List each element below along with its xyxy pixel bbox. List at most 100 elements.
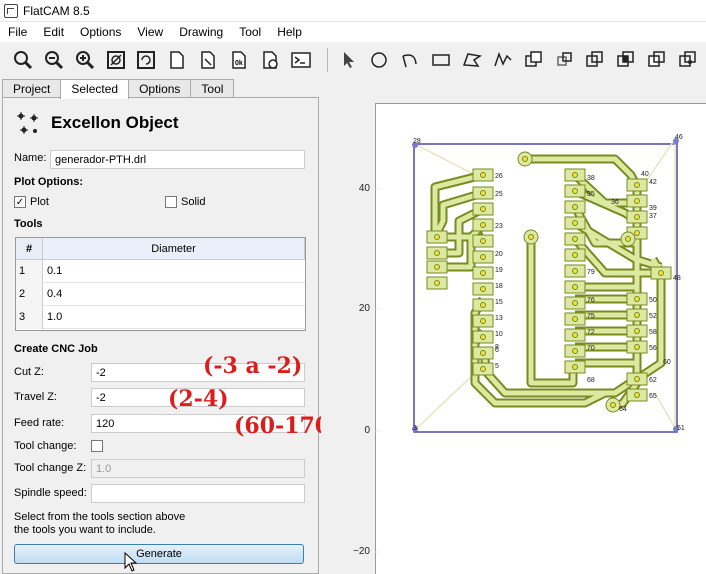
toolbar-separator xyxy=(326,48,328,72)
travel-z-row: Travel Z: xyxy=(14,391,57,403)
zoom-out-icon[interactable] xyxy=(41,47,67,73)
object-title: Excellon Object xyxy=(51,113,179,132)
menu-drawing[interactable]: Drawing xyxy=(171,22,231,42)
polygon-icon[interactable] xyxy=(459,47,485,73)
name-label: Name: xyxy=(14,152,47,164)
tool-change-label: Tool change: xyxy=(14,440,77,452)
replot-icon[interactable] xyxy=(133,47,159,73)
intersection-icon[interactable] xyxy=(613,47,639,73)
tool-change-row: Tool change: xyxy=(14,440,76,452)
table-row[interactable]: 2 0.4 xyxy=(16,283,305,306)
spindle-row: Spindle speed: xyxy=(14,487,87,499)
svg-text:36: 36 xyxy=(611,199,619,206)
svg-text:40: 40 xyxy=(641,171,649,178)
arc-icon[interactable] xyxy=(397,47,423,73)
generate-button[interactable]: Generate xyxy=(14,544,304,564)
tab-tool[interactable]: Tool xyxy=(190,79,235,98)
table-cell-diameter: 0.1 xyxy=(47,265,63,277)
svg-text:5: 5 xyxy=(495,363,499,370)
svg-text:52: 52 xyxy=(649,313,657,320)
svg-text:6: 6 xyxy=(495,347,499,354)
svg-text:79: 79 xyxy=(587,269,595,276)
svg-text:19: 19 xyxy=(495,267,503,274)
move-icon[interactable] xyxy=(521,47,547,73)
menu-file[interactable]: File xyxy=(0,22,35,42)
mouse-cursor-icon xyxy=(124,552,138,572)
cut-icon[interactable] xyxy=(675,47,701,73)
solid-checkbox[interactable] xyxy=(165,196,177,208)
svg-text:56: 56 xyxy=(649,345,657,352)
select-icon[interactable] xyxy=(336,47,362,73)
menu-edit[interactable]: Edit xyxy=(35,22,72,42)
ok-icon[interactable]: 0k xyxy=(226,47,252,73)
svg-text:48: 48 xyxy=(673,275,681,282)
circle-icon[interactable] xyxy=(366,47,392,73)
copy-icon[interactable] xyxy=(552,47,578,73)
table-header-number[interactable]: # xyxy=(16,238,43,260)
object-header: Excellon Object xyxy=(15,110,179,136)
union-icon[interactable] xyxy=(582,47,608,73)
table-cell-number: 3 xyxy=(16,306,43,329)
table-row[interactable]: 3 1.0 xyxy=(16,306,305,329)
cut-z-range-annotation: (-3 a -2) xyxy=(203,353,303,379)
svg-text:65: 65 xyxy=(649,393,657,400)
svg-text:62: 62 xyxy=(649,377,657,384)
svg-text:35: 35 xyxy=(587,191,595,198)
menu-options[interactable]: Options xyxy=(72,22,129,42)
delete-icon[interactable] xyxy=(257,47,283,73)
table-header-diameter[interactable]: Diameter xyxy=(43,238,305,260)
table-cell-diameter: 0.4 xyxy=(47,288,63,300)
zoom-fit-icon[interactable] xyxy=(10,47,36,73)
name-row: Name: xyxy=(14,152,46,164)
solid-label: Solid xyxy=(181,196,206,208)
table-cell-number: 2 xyxy=(16,283,43,306)
selected-panel: Excellon Object Name: generador-PTH.drl … xyxy=(2,97,319,574)
open-file-icon[interactable] xyxy=(195,47,221,73)
menu-bar: File Edit Options View Drawing Tool Help xyxy=(0,22,706,42)
svg-text:18: 18 xyxy=(495,283,503,290)
tool-change-z-field[interactable]: 1.0 xyxy=(91,459,305,478)
plot-checkbox[interactable]: ✓ xyxy=(14,196,26,208)
rectangle-icon[interactable] xyxy=(428,47,454,73)
svg-text:23: 23 xyxy=(495,223,503,230)
spindle-speed-field[interactable] xyxy=(91,484,305,503)
clear-plot-icon[interactable] xyxy=(103,47,129,73)
menu-tool[interactable]: Tool xyxy=(231,22,269,42)
tab-options[interactable]: Options xyxy=(128,79,192,98)
feed-rate-label: Feed rate: xyxy=(14,417,65,429)
subtract-icon[interactable] xyxy=(644,47,670,73)
tools-table[interactable]: # Diameter 1 0.1 2 0.4 3 1.0 xyxy=(15,237,306,331)
svg-text:68: 68 xyxy=(587,377,595,384)
y-tick-label: 40 xyxy=(358,183,370,194)
new-project-icon[interactable] xyxy=(164,47,190,73)
table-cell-number: 1 xyxy=(16,260,43,283)
title-bar: FlatCAM 8.5 xyxy=(0,0,706,22)
shell-icon[interactable] xyxy=(288,47,314,73)
svg-text:26: 26 xyxy=(495,173,503,180)
tab-selected[interactable]: Selected xyxy=(60,79,130,99)
table-row[interactable]: 1 0.1 xyxy=(16,260,305,283)
flatcam-logo-icon xyxy=(4,3,18,18)
svg-text:3: 3 xyxy=(413,425,417,432)
y-tick-label: 20 xyxy=(358,303,370,314)
tool-change-checkbox[interactable] xyxy=(91,440,103,452)
travel-z-range-annotation: (2-4) xyxy=(168,386,229,412)
zoom-in-icon[interactable] xyxy=(72,47,98,73)
svg-text:28: 28 xyxy=(413,138,421,145)
create-cnc-label: Create CNC Job xyxy=(14,343,98,355)
menu-help[interactable]: Help xyxy=(269,22,310,42)
solid-checkbox-row: Solid xyxy=(165,196,205,208)
hint-row-2: the tools you want to include. xyxy=(14,524,156,536)
svg-text:64: 64 xyxy=(619,406,627,413)
name-field[interactable]: generador-PTH.drl xyxy=(50,150,305,169)
menu-view[interactable]: View xyxy=(129,22,171,42)
tab-project[interactable]: Project xyxy=(2,79,62,98)
pcb-plot[interactable]: 262523 201918 151310 865 383579 767572 7… xyxy=(375,103,706,574)
path-icon[interactable] xyxy=(490,47,516,73)
svg-text:38: 38 xyxy=(587,175,595,182)
svg-text:10: 10 xyxy=(495,331,503,338)
hint-row-1: Select from the tools section above xyxy=(14,511,185,523)
svg-text:46: 46 xyxy=(675,134,683,141)
connector-pads xyxy=(426,230,448,290)
plot-options-label: Plot Options: xyxy=(14,176,84,188)
